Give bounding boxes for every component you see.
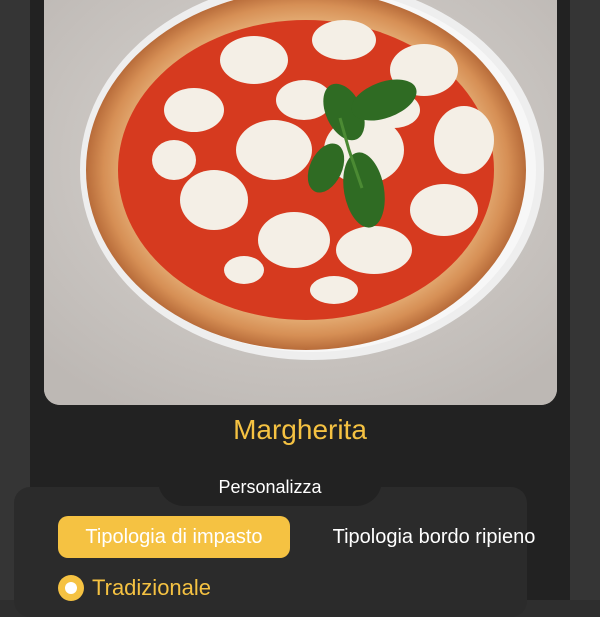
- tab-stuffed-crust-type-label: Tipologia bordo ripieno: [332, 525, 536, 548]
- radio-selected-icon[interactable]: [58, 575, 84, 601]
- product-title: Margherita: [233, 414, 367, 445]
- pizza-illustration: [44, 0, 557, 405]
- tab-stuffed-crust-type[interactable]: Tipologia bordo ripieno: [318, 516, 550, 558]
- product-image: [44, 0, 557, 405]
- option-traditional-label: Tradizionale: [92, 575, 212, 600]
- tab-dough-type[interactable]: Tipologia di impasto: [58, 516, 290, 558]
- right-edge: [570, 0, 600, 600]
- option-traditional[interactable]: Tradizionale: [58, 574, 211, 602]
- customize-label: Personalizza: [218, 477, 322, 497]
- tab-dough-type-label: Tipologia di impasto: [85, 525, 263, 548]
